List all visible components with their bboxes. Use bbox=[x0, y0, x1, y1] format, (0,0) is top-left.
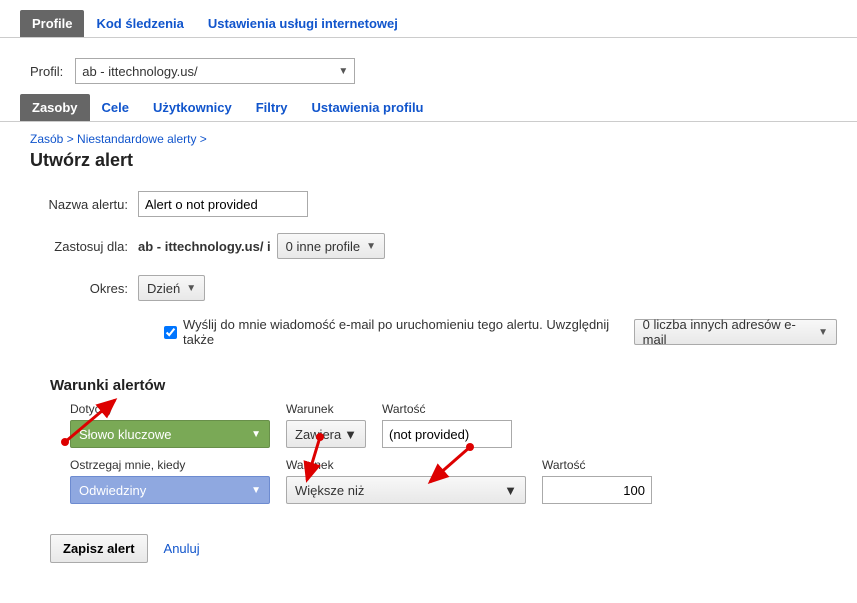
email-count-dropdown-label: 0 liczba innych adresów e-mail bbox=[643, 317, 812, 347]
sub-tab-uzytkownicy[interactable]: Użytkownicy bbox=[141, 94, 244, 121]
sub-tabs: Zasoby Cele Użytkownicy Filtry Ustawieni… bbox=[0, 94, 857, 122]
dotyczy-select[interactable]: Słowo kluczowe ▼ bbox=[70, 420, 270, 448]
ostrzegaj-label: Ostrzegaj mnie, kiedy bbox=[70, 458, 270, 472]
zastosuj-profile-dropdown[interactable]: 0 inne profile ▼ bbox=[277, 233, 385, 259]
caret-down-icon: ▼ bbox=[818, 327, 828, 338]
row-zastosuj-dla: Zastosuj dla: ab - ittechnology.us/ i 0 … bbox=[30, 233, 837, 259]
content-area: Zasób > Niestandardowe alerty > Utwórz a… bbox=[0, 122, 857, 603]
zastosuj-dla-label: Zastosuj dla: bbox=[30, 239, 128, 254]
sub-tab-filtry[interactable]: Filtry bbox=[244, 94, 300, 121]
caret-down-icon: ▼ bbox=[344, 427, 357, 442]
profile-label: Profil: bbox=[30, 64, 63, 79]
wartosc2-input[interactable] bbox=[542, 476, 652, 504]
cancel-link[interactable]: Anuluj bbox=[164, 541, 200, 556]
profile-select-value: ab - ittechnology.us/ bbox=[82, 64, 197, 79]
profile-select[interactable]: ab - ittechnology.us/ ▼ bbox=[75, 58, 355, 84]
caret-down-icon: ▼ bbox=[504, 483, 517, 498]
condition-row-2: Ostrzegaj mnie, kiedy Odwiedziny ▼ Warun… bbox=[70, 458, 797, 504]
top-tabs: Profile Kod śledzenia Ustawienia usługi … bbox=[0, 10, 857, 38]
caret-down-icon: ▼ bbox=[338, 66, 348, 77]
caret-down-icon: ▼ bbox=[366, 241, 376, 252]
breadcrumb-zasob[interactable]: Zasób bbox=[30, 132, 63, 146]
dotyczy-select-value: Słowo kluczowe bbox=[79, 427, 172, 442]
zastosuj-profile-dropdown-label: 0 inne profile bbox=[286, 239, 360, 254]
warunek1-select[interactable]: Zawiera ▼ bbox=[286, 420, 366, 448]
warunek1-select-value: Zawiera bbox=[295, 427, 341, 442]
tab-web-settings[interactable]: Ustawienia usługi internetowej bbox=[196, 10, 410, 37]
okres-dropdown[interactable]: Dzień ▼ bbox=[138, 275, 205, 301]
row-email-checkbox: Wyślij do mnie wiadomość e-mail po uruch… bbox=[160, 317, 837, 347]
zastosuj-dla-value: ab - ittechnology.us/ i bbox=[138, 239, 271, 254]
wartosc1-label: Wartość bbox=[382, 402, 512, 416]
wartosc2-label: Wartość bbox=[542, 458, 652, 472]
caret-down-icon: ▼ bbox=[251, 429, 261, 440]
nazwa-alertu-label: Nazwa alertu: bbox=[30, 197, 128, 212]
nazwa-alertu-input[interactable] bbox=[138, 191, 308, 217]
conditions-table: Dotyczy Słowo kluczowe ▼ Warunek Zawiera… bbox=[70, 402, 797, 504]
save-alert-button[interactable]: Zapisz alert bbox=[50, 534, 148, 563]
warunek2-select-value: Większe niż bbox=[295, 483, 364, 498]
tab-tracking-code[interactable]: Kod śledzenia bbox=[84, 10, 195, 37]
ostrzegaj-select[interactable]: Odwiedziny ▼ bbox=[70, 476, 270, 504]
caret-down-icon: ▼ bbox=[251, 485, 261, 496]
profile-row: Profil: ab - ittechnology.us/ ▼ bbox=[0, 38, 857, 94]
breadcrumb-sep2: > bbox=[196, 132, 206, 146]
email-count-dropdown[interactable]: 0 liczba innych adresów e-mail ▼ bbox=[634, 319, 837, 345]
tab-profile[interactable]: Profile bbox=[20, 10, 84, 37]
page-title: Utwórz alert bbox=[30, 150, 837, 171]
send-email-checkbox[interactable] bbox=[164, 326, 177, 339]
row-nazwa-alertu: Nazwa alertu: bbox=[30, 191, 837, 217]
row-okres: Okres: Dzień ▼ bbox=[30, 275, 837, 301]
okres-dropdown-label: Dzień bbox=[147, 281, 180, 296]
caret-down-icon: ▼ bbox=[186, 283, 196, 294]
breadcrumb: Zasób > Niestandardowe alerty > bbox=[30, 132, 837, 146]
warunek2-label: Warunek bbox=[286, 458, 526, 472]
sub-tab-ustawienia[interactable]: Ustawienia profilu bbox=[300, 94, 436, 121]
sub-tab-zasoby[interactable]: Zasoby bbox=[20, 94, 90, 121]
dotyczy-label: Dotyczy bbox=[70, 402, 270, 416]
send-email-label: Wyślij do mnie wiadomość e-mail po uruch… bbox=[183, 317, 626, 347]
sub-tab-cele[interactable]: Cele bbox=[90, 94, 141, 121]
action-row: Zapisz alert Anuluj bbox=[50, 534, 837, 563]
warunek1-label: Warunek bbox=[286, 402, 366, 416]
breadcrumb-sep: > bbox=[63, 132, 77, 146]
wartosc1-input[interactable] bbox=[382, 420, 512, 448]
ostrzegaj-select-value: Odwiedziny bbox=[79, 483, 146, 498]
warunek2-select[interactable]: Większe niż ▼ bbox=[286, 476, 526, 504]
okres-label: Okres: bbox=[30, 281, 128, 296]
conditions-title: Warunki alertów bbox=[50, 377, 837, 394]
breadcrumb-alerty[interactable]: Niestandardowe alerty bbox=[77, 132, 196, 146]
condition-row-1: Dotyczy Słowo kluczowe ▼ Warunek Zawiera… bbox=[70, 402, 797, 448]
